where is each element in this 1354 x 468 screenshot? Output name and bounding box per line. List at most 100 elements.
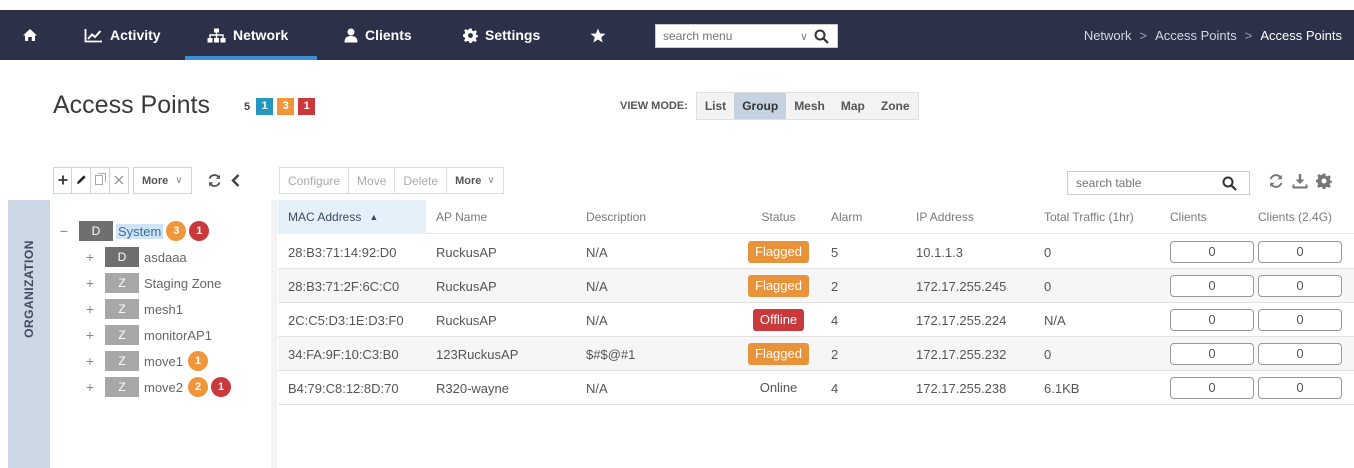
column-header-clients[interactable]: Clients (1162, 200, 1254, 234)
view-mode-zone[interactable]: Zone (873, 93, 918, 119)
view-mode-group[interactable]: Group (734, 93, 787, 119)
table-row[interactable]: 28:B3:71:14:92:D0 RuckusAP N/A Flagged 5… (278, 235, 1354, 269)
alarm-cell: 2 (831, 278, 839, 294)
column-header-mac[interactable]: MAC Address ▲ (278, 200, 426, 234)
nav-activity[interactable]: Activity (84, 10, 161, 60)
column-header-ip[interactable]: IP Address (906, 200, 1034, 234)
traffic-cell: N/A (1044, 312, 1066, 328)
add-button[interactable] (53, 167, 72, 194)
nav-activity-label: Activity (110, 27, 161, 43)
home-button[interactable] (22, 10, 45, 60)
menu-search-input[interactable] (656, 29, 796, 43)
expand-toggle[interactable]: + (83, 379, 97, 395)
page-title: Access Points (53, 91, 211, 119)
clients-cell: 0 (1162, 303, 1254, 337)
flagged-count-badge[interactable]: 3 (277, 98, 295, 115)
offline-count-badge[interactable]: 1 (298, 98, 316, 115)
clone-button[interactable] (91, 167, 110, 194)
table-row[interactable]: 28:B3:71:2F:6C:C0 RuckusAP N/A Flagged 2… (278, 269, 1354, 303)
refresh-icon[interactable] (1268, 173, 1284, 192)
table-action-icons (1268, 173, 1332, 192)
search-icon[interactable] (1222, 176, 1237, 191)
tree-node-label[interactable]: Staging Zone (142, 276, 223, 291)
alarm-cell: 4 (831, 312, 839, 328)
view-mode-list[interactable]: List (697, 93, 734, 119)
traffic-cell: 0 (1044, 278, 1052, 294)
clients-count-button[interactable]: 0 (1170, 377, 1254, 399)
mac-cell: 34:FA:9F:10:C3:B0 (288, 346, 399, 362)
clients-24g-count-button[interactable]: 0 (1258, 241, 1342, 263)
column-header-traffic[interactable]: Total Traffic (1hr) (1034, 200, 1162, 234)
tree-node-label[interactable]: mesh1 (142, 302, 185, 317)
tree-node-label[interactable]: asdaaa (142, 250, 189, 265)
column-header-alarm[interactable]: Alarm (821, 200, 906, 234)
delete-ap-button[interactable]: Delete (395, 167, 448, 194)
clients-24g-count-button[interactable]: 0 (1258, 309, 1342, 331)
traffic-cell: 6.1KB (1044, 380, 1080, 396)
tree-more-dropdown[interactable]: More ∨ (133, 167, 192, 194)
ip-cell: 172.17.255.245 (916, 278, 1007, 294)
table-search-input[interactable] (1068, 176, 1218, 190)
clients-count-button[interactable]: 0 (1170, 275, 1254, 297)
download-icon[interactable] (1292, 173, 1308, 192)
clients-24g-count-button[interactable]: 0 (1258, 343, 1342, 365)
view-mode-selector: VIEW MODE: List Group Mesh Map Zone (620, 92, 919, 120)
search-icon[interactable] (814, 29, 829, 44)
column-header-ap-name[interactable]: AP Name (426, 200, 574, 234)
clients-count-button[interactable]: 0 (1170, 241, 1254, 263)
chevron-down-icon[interactable]: ∨ (800, 30, 808, 43)
expand-toggle[interactable]: + (83, 249, 97, 265)
gear-icon[interactable] (1316, 173, 1332, 192)
ap-name-cell: 123RuckusAP (436, 346, 519, 362)
clients-cell: 0 (1162, 235, 1254, 269)
breadcrumb-access-points[interactable]: Access Points (1155, 28, 1237, 43)
online-count-badge[interactable]: 1 (256, 98, 274, 115)
expand-toggle[interactable]: + (83, 275, 97, 291)
delete-button[interactable] (110, 167, 129, 194)
offline-count-pill: 1 (189, 221, 210, 241)
clients-count-button[interactable]: 0 (1170, 309, 1254, 331)
expand-toggle[interactable]: + (83, 353, 97, 369)
plus-icon (58, 173, 68, 188)
column-header-clients-24g[interactable]: Clients (2.4G) (1254, 200, 1354, 234)
nav-settings-label: Settings (485, 27, 541, 43)
expand-toggle[interactable]: + (83, 301, 97, 317)
nav-network[interactable]: Network (185, 10, 317, 60)
zone-type-badge: Z (105, 325, 139, 345)
configure-button[interactable]: Configure (279, 167, 350, 194)
table-more-dropdown[interactable]: More ∨ (447, 167, 504, 194)
table-row[interactable]: 34:FA:9F:10:C3:B0 123RuckusAP $#$@#1 Fla… (278, 337, 1354, 371)
tree-node-label[interactable]: System (116, 223, 164, 239)
column-header-description[interactable]: Description (576, 200, 734, 234)
tree-node-label[interactable]: move1 (142, 354, 185, 369)
breadcrumb-network[interactable]: Network (1084, 28, 1132, 43)
collapse-toggle[interactable]: − (57, 223, 71, 239)
tree-node-label[interactable]: monitorAP1 (142, 328, 214, 343)
view-mode-map[interactable]: Map (833, 93, 873, 119)
table-row[interactable]: B4:79:C8:12:8D:70 R320-wayne N/A Online … (278, 371, 1354, 405)
column-header-status[interactable]: Status (736, 200, 821, 234)
view-mode-mesh[interactable]: Mesh (786, 93, 833, 119)
alarm-cell: 4 (831, 380, 839, 396)
table-header-row: MAC Address ▲ AP Name Description Status… (278, 200, 1354, 234)
status-badge: Offline (752, 309, 805, 331)
clients-count-button[interactable]: 0 (1170, 343, 1254, 365)
tree-node-label[interactable]: move2 (142, 380, 185, 395)
nav-settings[interactable]: Settings (463, 10, 540, 60)
favorites-button[interactable] (590, 10, 613, 60)
clients-24g-count-button[interactable]: 0 (1258, 275, 1342, 297)
edit-button[interactable] (72, 167, 91, 194)
chart-line-icon (84, 28, 103, 43)
clients-24g-count-button[interactable]: 0 (1258, 377, 1342, 399)
tree-node-system: − D System 3 1 (57, 221, 210, 241)
panel-splitter[interactable] (271, 200, 277, 468)
tree-node-asdaaa: + D asdaaa (83, 247, 189, 267)
table-row[interactable]: 2C:C5:D3:1E:D3:F0 RuckusAP N/A Offline 4… (278, 303, 1354, 337)
refresh-icon[interactable] (207, 173, 222, 188)
nav-clients[interactable]: Clients (344, 10, 412, 60)
move-button[interactable]: Move (349, 167, 396, 194)
collapse-left-icon[interactable] (230, 174, 240, 187)
organization-tab[interactable]: ORGANIZATION (8, 200, 50, 468)
expand-toggle[interactable]: + (83, 327, 97, 343)
ip-cell: 172.17.255.232 (916, 346, 1007, 362)
